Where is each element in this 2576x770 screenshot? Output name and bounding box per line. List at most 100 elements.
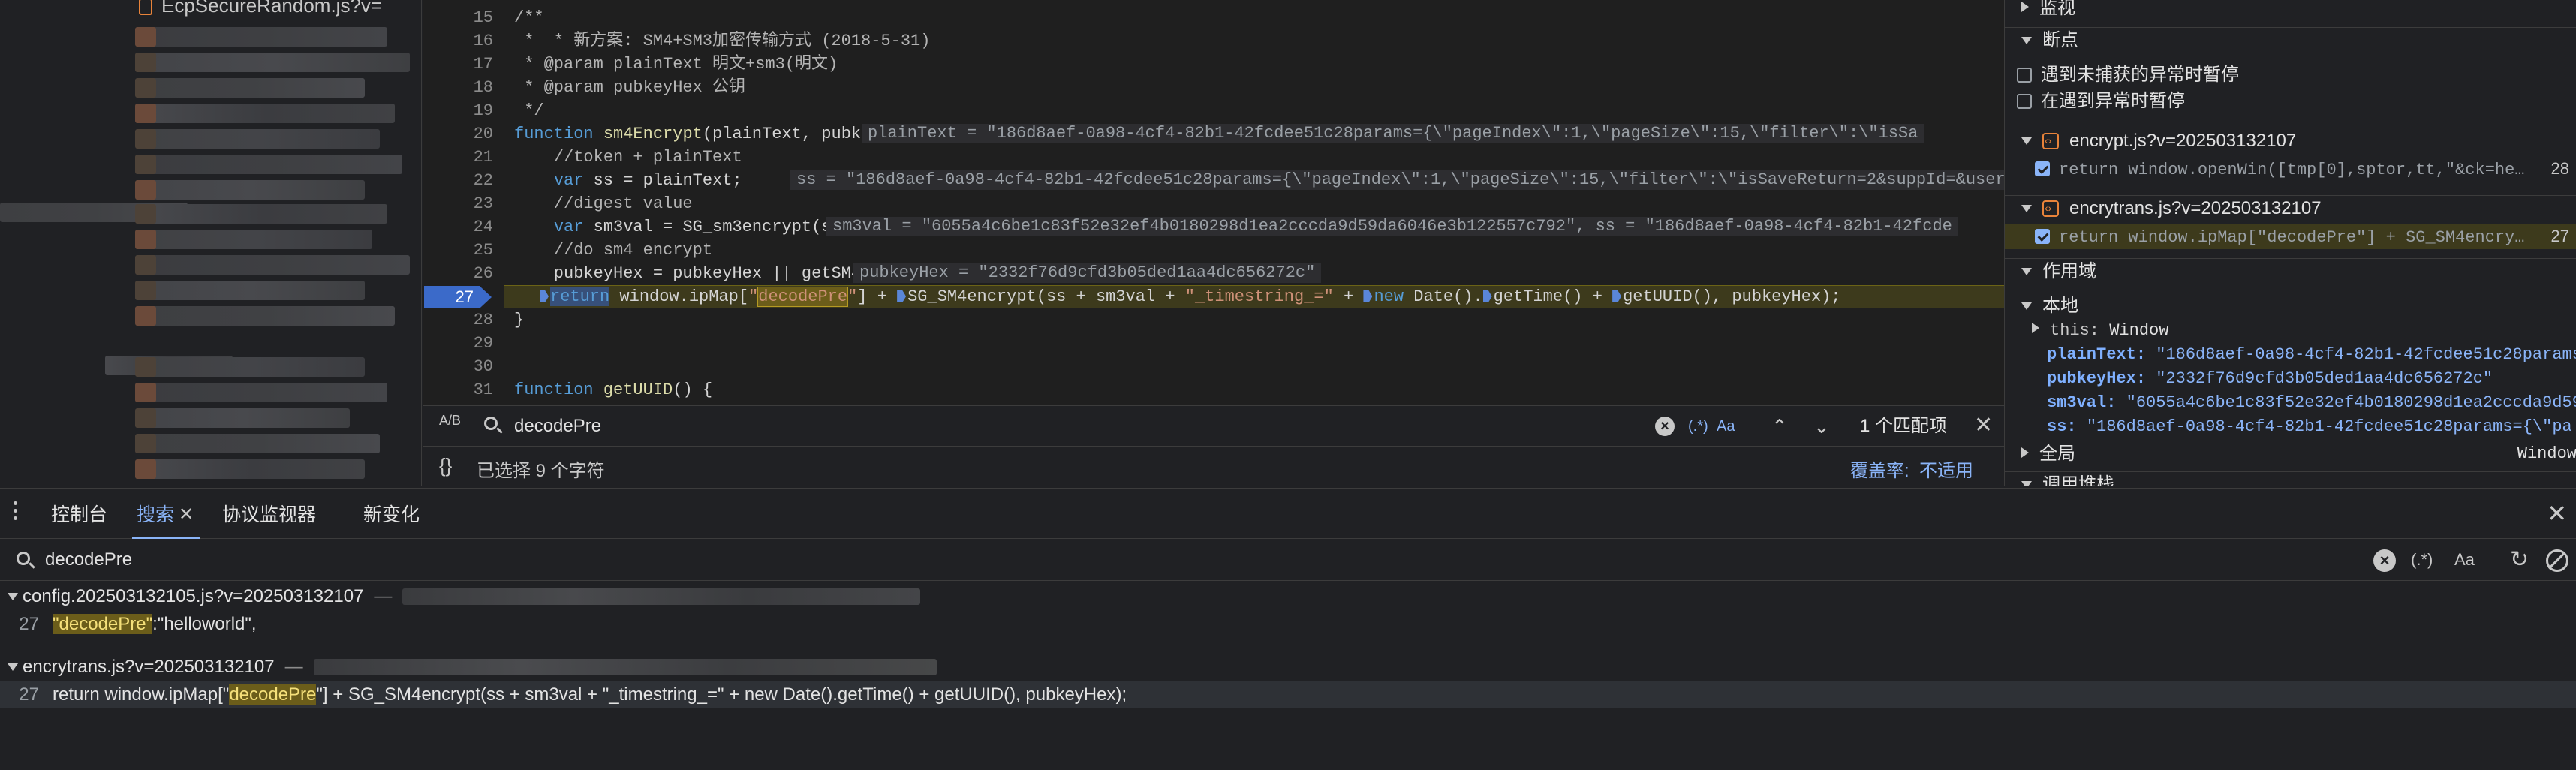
watch-section-header[interactable]: 监视	[2005, 0, 2576, 21]
scope-local-header[interactable]: 本地	[2005, 293, 2576, 318]
blurred-file-icon	[135, 129, 156, 149]
find-input[interactable]: decodePre	[514, 412, 1175, 441]
line-number[interactable]: 30	[426, 355, 493, 378]
blurred-file-row	[140, 104, 395, 123]
refresh-icon[interactable]: ↻	[2510, 548, 2529, 572]
code-line[interactable]: }	[514, 308, 524, 332]
search-input[interactable]: decodePre	[45, 546, 1546, 573]
checkbox-checked-icon[interactable]	[2035, 161, 2050, 176]
breakpoint-item-active[interactable]: return window.ipMap["decodePre"] + SG_SM…	[2005, 224, 2576, 249]
line-number[interactable]: 26	[426, 262, 493, 285]
scope-var-plaintext[interactable]: plainText: "186d8aef-0a98-4cf4-82b1-42fc…	[2005, 342, 2576, 368]
pretty-print-button[interactable]: {}	[439, 454, 452, 477]
pause-caught-checkbox[interactable]: 在遇到异常时暂停	[2005, 89, 2576, 114]
match-case-button[interactable]: Aa	[2454, 548, 2475, 572]
tab-console[interactable]: 控制台	[51, 501, 107, 528]
inline-variable-value: plainText = "186d8aef-0a98-4cf4-82b1-42f…	[862, 124, 1924, 143]
close-drawer-button[interactable]: ✕	[2547, 500, 2567, 527]
regex-toggle-button[interactable]: (.*)	[2411, 548, 2433, 572]
blurred-file-icon	[135, 306, 156, 326]
close-tab-icon[interactable]: ✕	[179, 501, 194, 528]
line-number[interactable]: 24	[426, 215, 493, 239]
line-number[interactable]: 17	[426, 53, 493, 76]
checkbox-icon[interactable]	[2017, 68, 2032, 83]
file-tree-item[interactable]: EcpSecureRandom.js?v=	[139, 0, 382, 17]
scope-var-sm3val[interactable]: sm3val: "6055a4c6be1c83f52e32ef4b0180298…	[2005, 390, 2576, 416]
code-line[interactable]: //digest value	[514, 192, 693, 215]
blurred-file-row	[140, 357, 365, 377]
clear-results-icon[interactable]	[2546, 549, 2568, 572]
line-number[interactable]: 29	[426, 332, 493, 355]
code-line[interactable]: //do sm4 encrypt	[514, 239, 712, 262]
line-number-gutter[interactable]: 27 15 16 17 18 19 20 21 22 23 24 25 26 28 29 30 31	[423, 0, 498, 405]
checkbox-checked-icon[interactable]	[2035, 229, 2050, 244]
checkbox-icon[interactable]	[2017, 94, 2032, 109]
match-highlight: "decodePre"	[53, 614, 153, 634]
code-line[interactable]: * @param pubkeyHex 公钥	[514, 76, 745, 99]
line-number[interactable]: 15	[426, 6, 493, 29]
code-line[interactable]: /**	[514, 6, 544, 29]
breakpoints-section-header[interactable]: 断点	[2005, 27, 2576, 53]
close-find-button[interactable]: ✕	[1974, 414, 1993, 438]
blurred-file-row	[140, 306, 395, 326]
breakpoint-marker[interactable]: 27	[424, 286, 492, 308]
result-file-header[interactable]: encrytrans.js?v=202503132107—	[0, 653, 2576, 681]
line-number[interactable]: 21	[426, 146, 493, 169]
replace-toggle-icon[interactable]: A/B	[439, 414, 461, 427]
result-line[interactable]: 27 "decodePre":"helloworld",	[0, 611, 2576, 638]
scope-section-header[interactable]: 作用域	[2005, 258, 2576, 284]
scope-var-ss[interactable]: ss: "186d8aef-0a98-4cf4-82b1-42fcdee51c2…	[2005, 414, 2576, 440]
code-line[interactable]: * @param plainText 明文+sm3(明文)	[514, 53, 838, 76]
regex-toggle-button[interactable]: (.*)	[1688, 415, 1708, 438]
clear-find-button[interactable]: ×	[1655, 417, 1675, 436]
match-case-button[interactable]: Aa	[1717, 415, 1735, 438]
line-number[interactable]: 16	[426, 29, 493, 53]
more-options-icon[interactable]	[14, 501, 20, 524]
next-match-button[interactable]: ⌄	[1813, 415, 1830, 438]
blurred-file-icon	[135, 357, 156, 377]
scope-var-this[interactable]: this: Window	[2005, 318, 2576, 344]
tab-protocol-monitor[interactable]: 协议监视器	[222, 501, 316, 528]
clear-search-button[interactable]: ×	[2373, 549, 2396, 572]
callstack-section-header[interactable]: 调用堆栈	[2005, 471, 2576, 486]
blurred-file-row	[140, 129, 380, 149]
scope-global-header[interactable]: 全局 Window	[2005, 441, 2576, 467]
blurred-file-row	[140, 27, 387, 47]
result-file-header[interactable]: config.202503132105.js?v=202503132107—	[0, 582, 2576, 611]
blurred-file-icon	[135, 459, 156, 479]
code-line[interactable]: * * 新方案: SM4+SM3加密传输方式 (2018-5-31)	[514, 29, 930, 53]
blurred-file-icon	[135, 53, 156, 72]
blurred-file-row	[140, 383, 387, 402]
tab-whats-new[interactable]: 新变化	[363, 501, 420, 528]
line-number[interactable]: 18	[426, 76, 493, 99]
result-line[interactable]: 27 return window.ipMap["decodePre"] + SG_…	[0, 681, 2576, 708]
code-editor[interactable]: 27 15 16 17 18 19 20 21 22 23 24 25 26 28 29 30 31 /** …	[423, 0, 2004, 405]
code-line[interactable]: return window.ipMap["decodePre"] + SG_SM…	[540, 285, 1841, 308]
line-number[interactable]: 25	[426, 239, 493, 262]
blurred-file-row	[140, 255, 410, 275]
chevron-down-icon	[2021, 37, 2032, 44]
scope-var-pubkeyhex[interactable]: pubkeyHex: "2332f76d9cfd3b05ded1aa4dc656…	[2005, 366, 2576, 392]
code-line[interactable]: var ss = plainText;	[514, 169, 742, 192]
line-number[interactable]: 22	[426, 169, 493, 192]
line-number[interactable]: 28	[426, 308, 493, 332]
blurred-file-row	[140, 459, 365, 479]
code-line[interactable]: var sm3val = SG_sm3encrypt(ss);	[514, 215, 861, 239]
code-line[interactable]: //token + plainText	[514, 146, 742, 169]
breakpoint-item[interactable]: return window.openWin([tmp[0],sptor,tt,"…	[2005, 156, 2576, 182]
tab-search[interactable]: 搜索	[137, 501, 174, 528]
line-number[interactable]: 31	[426, 378, 493, 402]
chevron-down-icon	[2021, 481, 2032, 486]
editor-status-bar: {} 已选择 9 个字符 覆盖率: 不适用	[423, 446, 2004, 486]
line-number[interactable]: 20	[426, 122, 493, 146]
coverage-value[interactable]: 不适用	[1919, 456, 1973, 482]
previous-match-button[interactable]: ⌃	[1771, 415, 1788, 438]
match-highlight: decodePre	[229, 684, 317, 705]
line-number[interactable]: 19	[426, 99, 493, 122]
pause-uncaught-checkbox[interactable]: 遇到未捕获的异常时暂停	[2005, 62, 2576, 87]
code-line[interactable]: function getUUID() {	[514, 378, 712, 402]
code-line[interactable]: */	[514, 99, 543, 122]
breakpoint-file-encrytrans[interactable]: encrytrans.js?v=202503132107	[2005, 195, 2576, 221]
line-number[interactable]: 23	[426, 192, 493, 215]
breakpoint-file-encrypt[interactable]: encrypt.js?v=202503132107	[2005, 128, 2576, 153]
